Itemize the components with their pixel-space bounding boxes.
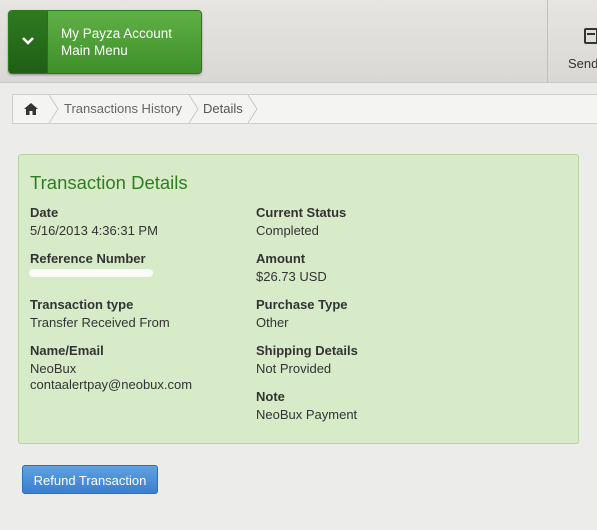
panel-title: Transaction Details xyxy=(30,172,188,193)
send-button[interactable]: Send xyxy=(547,0,597,82)
note-value: NeoBux Payment xyxy=(256,407,358,422)
send-icon xyxy=(584,28,597,44)
amount-value: $26.73 USD xyxy=(256,269,327,284)
menu-toggle[interactable] xyxy=(9,11,48,73)
name-email-label: Name/Email xyxy=(30,343,104,358)
main-menu-button[interactable]: My Payza Account Main Menu xyxy=(8,10,202,74)
name-value: NeoBux xyxy=(30,361,77,376)
breadcrumb-home[interactable] xyxy=(13,95,49,123)
top-header: My Payza Account Main Menu Send xyxy=(0,0,597,83)
reference-number-label: Reference Number xyxy=(30,251,146,266)
send-label: Send xyxy=(568,56,597,71)
breadcrumb: Transactions History Details xyxy=(12,94,597,124)
breadcrumb-separator xyxy=(49,95,59,123)
date-label: Date xyxy=(30,205,59,220)
current-status-label: Current Status xyxy=(256,205,347,220)
shipping-details-label: Shipping Details xyxy=(256,343,358,358)
date-value: 5/16/2013 4:36:31 PM xyxy=(30,223,158,238)
purchase-type-value: Other xyxy=(256,315,289,330)
refund-transaction-button[interactable]: Refund Transaction xyxy=(22,465,158,494)
breadcrumb-separator xyxy=(189,95,199,123)
menu-title: My Payza Account xyxy=(61,26,173,41)
chevron-down-icon xyxy=(22,37,34,45)
transaction-type-label: Transaction type xyxy=(30,297,134,312)
note-label: Note xyxy=(256,389,285,404)
purchase-type-label: Purchase Type xyxy=(256,297,348,312)
shipping-details-value: Not Provided xyxy=(256,361,332,376)
home-icon xyxy=(24,103,38,115)
breadcrumb-separator xyxy=(248,95,258,123)
menu-subtitle: Main Menu xyxy=(61,43,128,58)
email-value: contaalertpay@neobux.com xyxy=(30,377,193,392)
amount-label: Amount xyxy=(256,251,306,266)
breadcrumb-transactions-history[interactable]: Transactions History xyxy=(64,95,182,123)
breadcrumb-details: Details xyxy=(203,101,243,116)
reference-number-redacted xyxy=(29,269,153,277)
current-status-value: Completed xyxy=(256,223,319,238)
transaction-details-panel: Transaction Details Date 5/16/2013 4:36:… xyxy=(18,154,579,444)
transaction-type-value: Transfer Received From xyxy=(30,315,170,330)
